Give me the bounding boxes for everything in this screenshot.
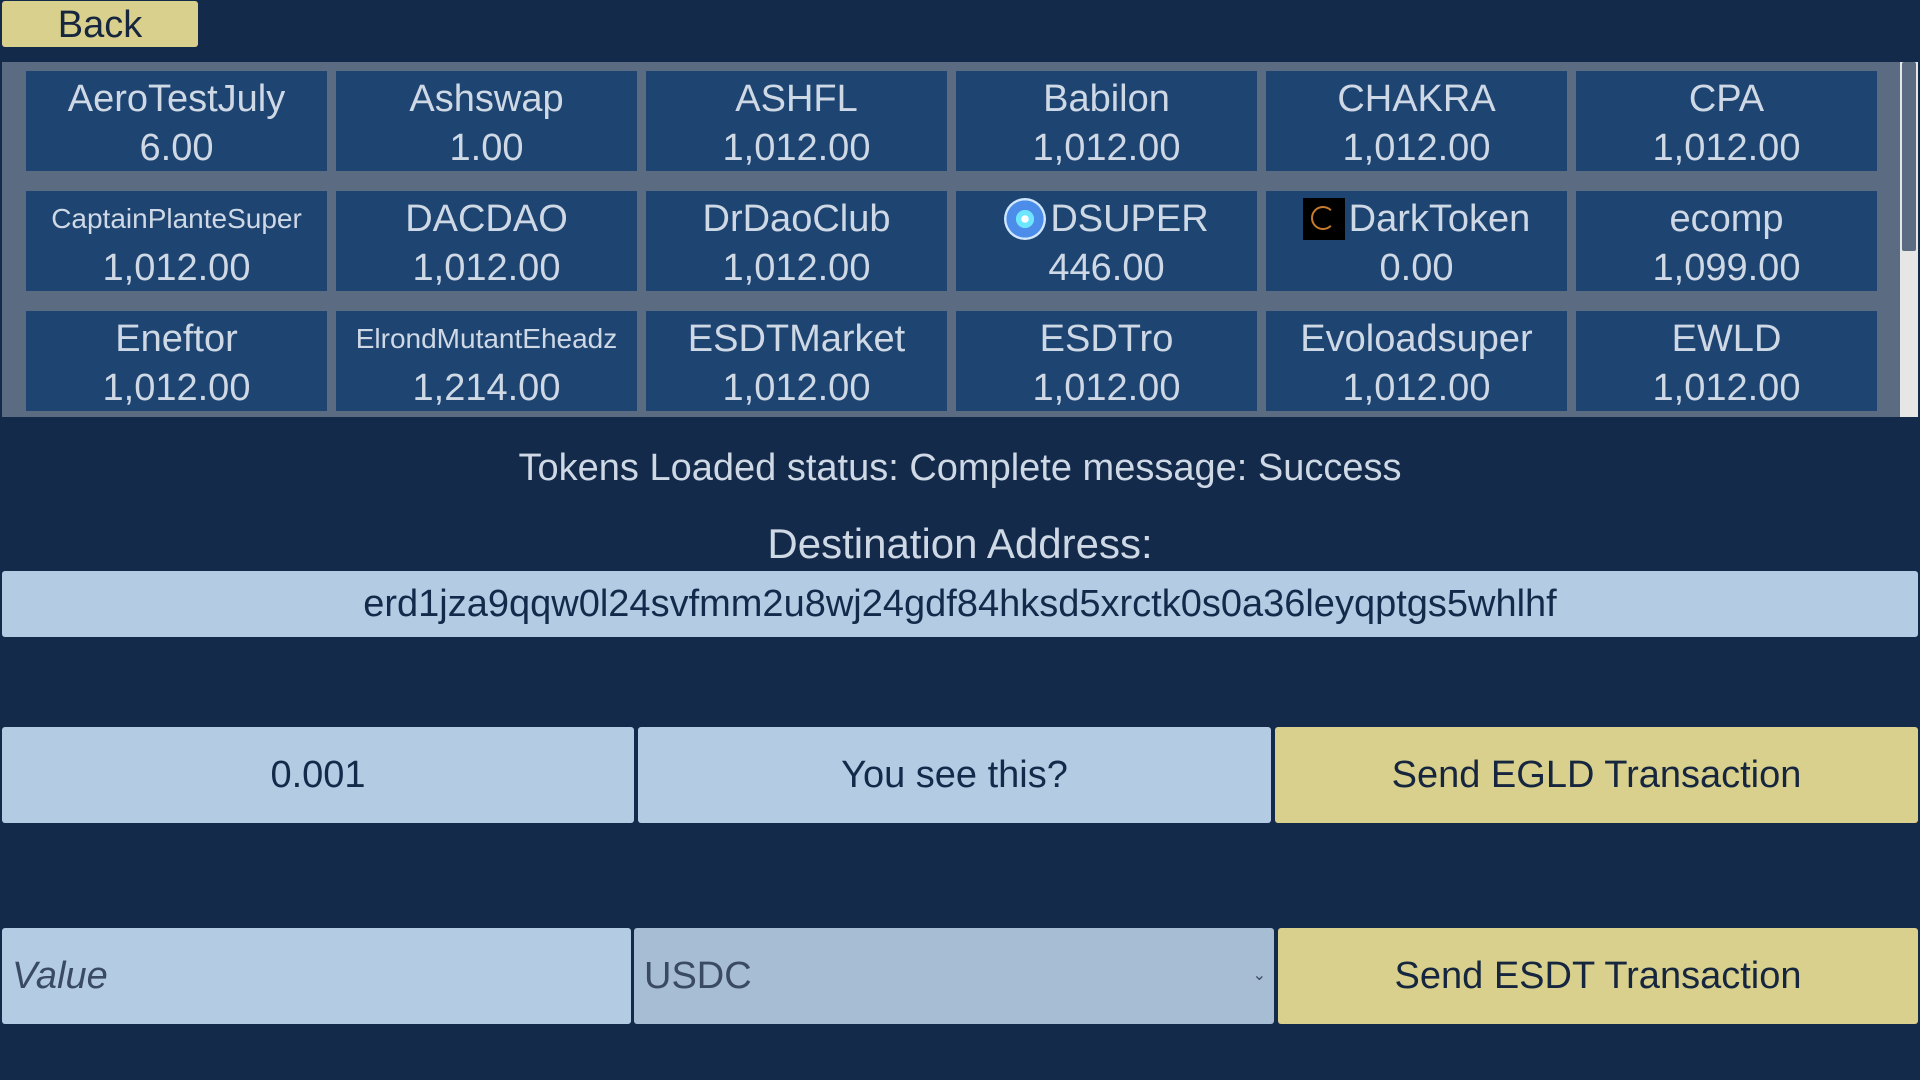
token-name-row: ElrondMutantEheadz xyxy=(356,313,618,365)
token-tile[interactable]: DarkToken 0.00 xyxy=(1266,191,1567,291)
token-tile[interactable]: DSUPER 446.00 xyxy=(956,191,1257,291)
token-balance: 1,012.00 xyxy=(722,127,871,169)
token-name-row: Babilon xyxy=(1043,73,1170,125)
token-name: DarkToken xyxy=(1348,197,1531,240)
token-name-row: ASHFL xyxy=(735,73,857,125)
token-balance: 1,012.00 xyxy=(1652,127,1801,169)
token-name: EWLD xyxy=(1671,317,1782,360)
token-name: Eneftor xyxy=(115,317,238,360)
token-balance: 1,214.00 xyxy=(412,367,561,409)
token-balance: 1,012.00 xyxy=(1652,367,1801,409)
scrollbar-thumb[interactable] xyxy=(1902,62,1916,251)
token-name: Babilon xyxy=(1043,77,1170,120)
token-name-row: AeroTestJuly xyxy=(68,73,286,125)
token-list-panel: AeroTestJuly 6.00 Ashswap 1.00 ASHFL 1,012.00… xyxy=(2,62,1918,417)
token-tile[interactable]: EWLD 1,012.00 xyxy=(1576,311,1877,411)
egld-message-input[interactable]: You see this? xyxy=(638,727,1271,823)
esdt-value-input[interactable]: Value xyxy=(2,928,631,1024)
token-tile[interactable]: CHAKRA 1,012.00 xyxy=(1266,71,1567,171)
send-egld-button[interactable]: Send EGLD Transaction xyxy=(1275,727,1918,823)
token-name: DrDaoClub xyxy=(702,197,891,240)
token-tile[interactable]: AeroTestJuly 6.00 xyxy=(26,71,327,171)
token-tile[interactable]: ElrondMutantEheadz 1,214.00 xyxy=(336,311,637,411)
token-name-row: Ashswap xyxy=(409,73,563,125)
darktoken-logo-icon xyxy=(1302,198,1345,240)
token-tile[interactable]: ASHFL 1,012.00 xyxy=(646,71,947,171)
token-tile[interactable]: Evoloadsuper 1,012.00 xyxy=(1266,311,1567,411)
token-name: CPA xyxy=(1688,77,1765,120)
token-balance: 1,012.00 xyxy=(412,247,561,289)
token-name-row: ESDTro xyxy=(1040,313,1174,365)
token-list-scrollbar[interactable] xyxy=(1900,62,1918,417)
token-name: CHAKRA xyxy=(1337,77,1496,120)
token-name: DSUPER xyxy=(1050,197,1209,240)
token-balance: 1,012.00 xyxy=(1342,127,1491,169)
token-balance: 6.00 xyxy=(139,127,214,169)
token-tile[interactable]: DACDAO 1,012.00 xyxy=(336,191,637,291)
token-balance: 1,099.00 xyxy=(1652,247,1801,289)
token-tile[interactable]: ESDTro 1,012.00 xyxy=(956,311,1257,411)
token-balance: 1.00 xyxy=(449,127,524,169)
token-name: Evoloadsuper xyxy=(1300,317,1533,360)
esdt-token-select[interactable]: USDC ⌄ xyxy=(634,928,1274,1024)
token-tile[interactable]: CPA 1,012.00 xyxy=(1576,71,1877,171)
token-tile[interactable]: CaptainPlanteSuper 1,012.00 xyxy=(26,191,327,291)
dsuper-logo-icon xyxy=(1004,198,1047,240)
egld-amount-input[interactable]: 0.001 xyxy=(2,727,634,823)
token-balance: 446.00 xyxy=(1048,247,1165,289)
token-name-row: DrDaoClub xyxy=(703,193,891,245)
token-balance: 1,012.00 xyxy=(1032,367,1181,409)
token-tile[interactable]: ecomp 1,099.00 xyxy=(1576,191,1877,291)
token-name: Ashswap xyxy=(409,77,564,120)
token-name-row: Evoloadsuper xyxy=(1300,313,1532,365)
token-name-row: DarkToken xyxy=(1302,193,1531,245)
token-balance: 1,012.00 xyxy=(722,247,871,289)
destination-address-label: Destination Address: xyxy=(767,520,1153,567)
token-load-status: Tokens Loaded status: Complete message: … xyxy=(518,447,1402,489)
token-tile[interactable]: DrDaoClub 1,012.00 xyxy=(646,191,947,291)
token-grid: AeroTestJuly 6.00 Ashswap 1.00 ASHFL 1,012.00… xyxy=(26,71,1877,411)
app-root: Back AeroTestJuly 6.00 Ashswap 1.00 ASHFL 1,0… xyxy=(0,0,1920,1080)
token-name: CaptainPlanteSuper xyxy=(51,203,302,234)
token-name-row: Eneftor xyxy=(115,313,238,365)
token-name: ElrondMutantEheadz xyxy=(355,323,618,354)
send-esdt-button[interactable]: Send ESDT Transaction xyxy=(1278,928,1918,1024)
token-name-row: EWLD xyxy=(1672,313,1782,365)
token-name: ecomp xyxy=(1669,197,1784,240)
token-name-row: ecomp xyxy=(1669,193,1783,245)
token-name-row: DSUPER xyxy=(1004,193,1209,245)
token-name: AeroTestJuly xyxy=(67,77,286,120)
token-balance: 1,012.00 xyxy=(1032,127,1181,169)
token-tile[interactable]: ESDTMarket 1,012.00 xyxy=(646,311,947,411)
token-balance: 1,012.00 xyxy=(722,367,871,409)
token-name-row: CHAKRA xyxy=(1337,73,1495,125)
token-name: ASHFL xyxy=(735,77,858,120)
token-tile[interactable]: Ashswap 1.00 xyxy=(336,71,637,171)
token-tile[interactable]: Babilon 1,012.00 xyxy=(956,71,1257,171)
token-balance: 1,012.00 xyxy=(1342,367,1491,409)
selected-token-label: USDC xyxy=(644,955,752,997)
chevron-down-icon: ⌄ xyxy=(1252,967,1266,984)
token-name-row: DACDAO xyxy=(405,193,568,245)
token-tile[interactable]: Eneftor 1,012.00 xyxy=(26,311,327,411)
token-name: DACDAO xyxy=(405,197,568,240)
token-name-row: ESDTMarket xyxy=(688,313,905,365)
token-name-row: CaptainPlanteSuper xyxy=(51,193,302,245)
token-balance: 1,012.00 xyxy=(102,247,251,289)
token-balance: 0.00 xyxy=(1379,247,1454,289)
token-balance: 1,012.00 xyxy=(102,367,251,409)
token-name: ESDTro xyxy=(1039,317,1174,360)
token-name: ESDTMarket xyxy=(687,317,906,360)
back-button[interactable]: Back xyxy=(2,1,198,47)
destination-address-input[interactable]: erd1jza9qqw0l24svfmm2u8wj24gdf84hksd5xrc… xyxy=(2,571,1918,637)
token-name-row: CPA xyxy=(1689,73,1764,125)
